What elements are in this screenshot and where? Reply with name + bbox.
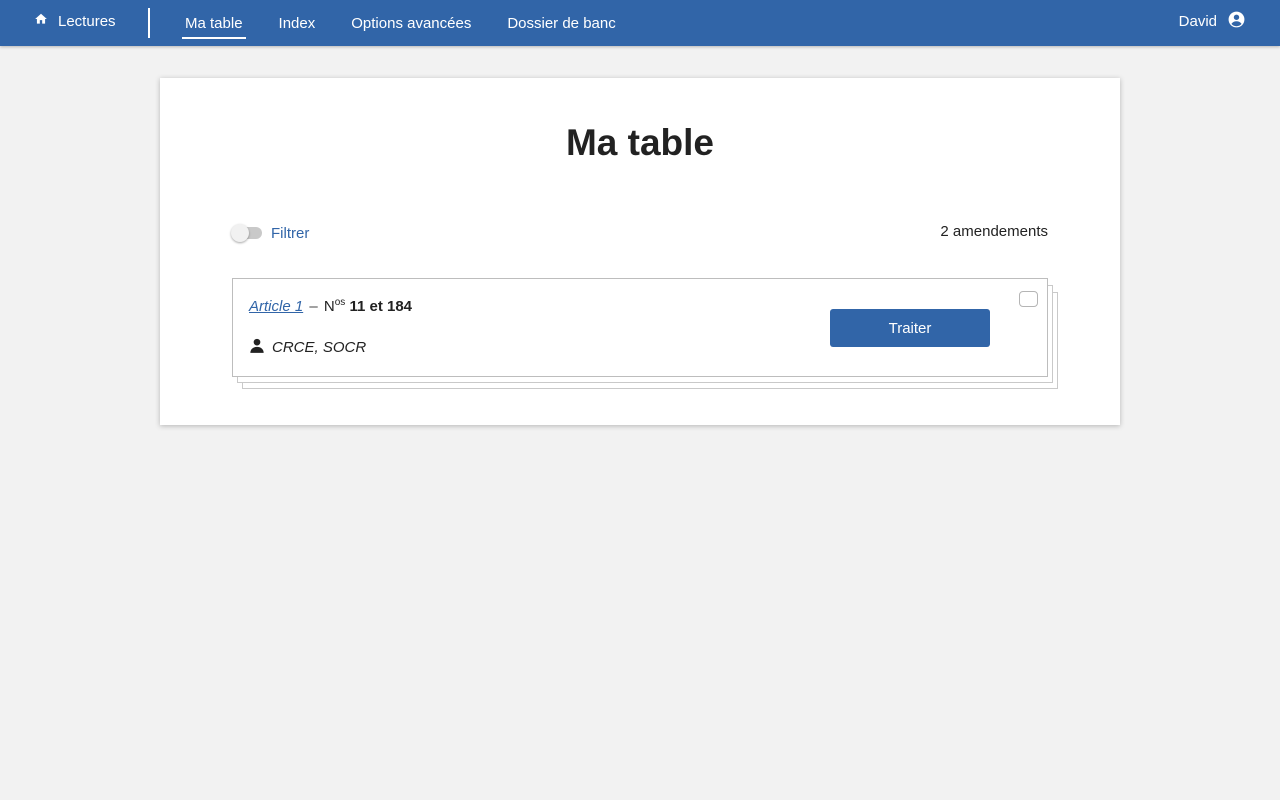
nav-divider [148, 8, 150, 38]
amendement-select-checkbox[interactable] [1019, 291, 1038, 307]
tab-index-label: Index [278, 14, 316, 32]
amendement-numbers: 11 et 184 [349, 298, 413, 315]
amendements-count: 2 amendements [940, 223, 1048, 240]
top-navigation-bar: Lectures Ma table Index Options avancées… [0, 0, 1280, 46]
nav-tabs: Ma table Index Options avancées Dossier … [182, 0, 649, 46]
tab-options-avancees[interactable]: Options avancées [348, 0, 474, 46]
amendement-header: Article 1 – Nos 11 et 184 [249, 297, 412, 315]
tab-dossier-de-banc-label: Dossier de banc [507, 14, 616, 32]
authors-label: CRCE, SOCR [272, 339, 367, 356]
tab-ma-table[interactable]: Ma table [182, 0, 246, 46]
nav-home-label: Lectures [58, 12, 116, 30]
filter-switch-knob [231, 224, 249, 242]
tab-options-avancees-label: Options avancées [351, 14, 472, 32]
filter-switch[interactable] [231, 224, 262, 242]
user-name: David [1178, 12, 1217, 30]
main-card: Ma table Filtrer 2 amendements Article 1… [160, 78, 1120, 425]
filter-label[interactable]: Filtrer [271, 225, 309, 242]
amendement-card: Article 1 – Nos 11 et 184 CRCE, SOCR Tra… [232, 278, 1048, 377]
account-circle-icon [1227, 10, 1246, 33]
traiter-button[interactable]: Traiter [830, 309, 990, 347]
page-title: Ma table [565, 122, 715, 163]
numbers-prefix: Nos [323, 297, 346, 315]
filter-toggle[interactable]: Filtrer [231, 223, 309, 243]
home-icon [34, 12, 48, 30]
nav-home-link[interactable]: Lectures [34, 0, 116, 42]
tab-dossier-de-banc[interactable]: Dossier de banc [504, 0, 618, 46]
amendement-authors: CRCE, SOCR [249, 337, 366, 358]
person-icon [249, 337, 265, 358]
tab-ma-table-label: Ma table [185, 14, 243, 32]
numbers-prefix-letter: N [323, 298, 335, 315]
header-separator: – [309, 298, 318, 315]
user-menu[interactable]: David [1179, 0, 1246, 42]
article-link[interactable]: Article 1 [249, 298, 303, 315]
numbers-prefix-suffix: os [334, 297, 346, 308]
tab-index[interactable]: Index [276, 0, 319, 46]
